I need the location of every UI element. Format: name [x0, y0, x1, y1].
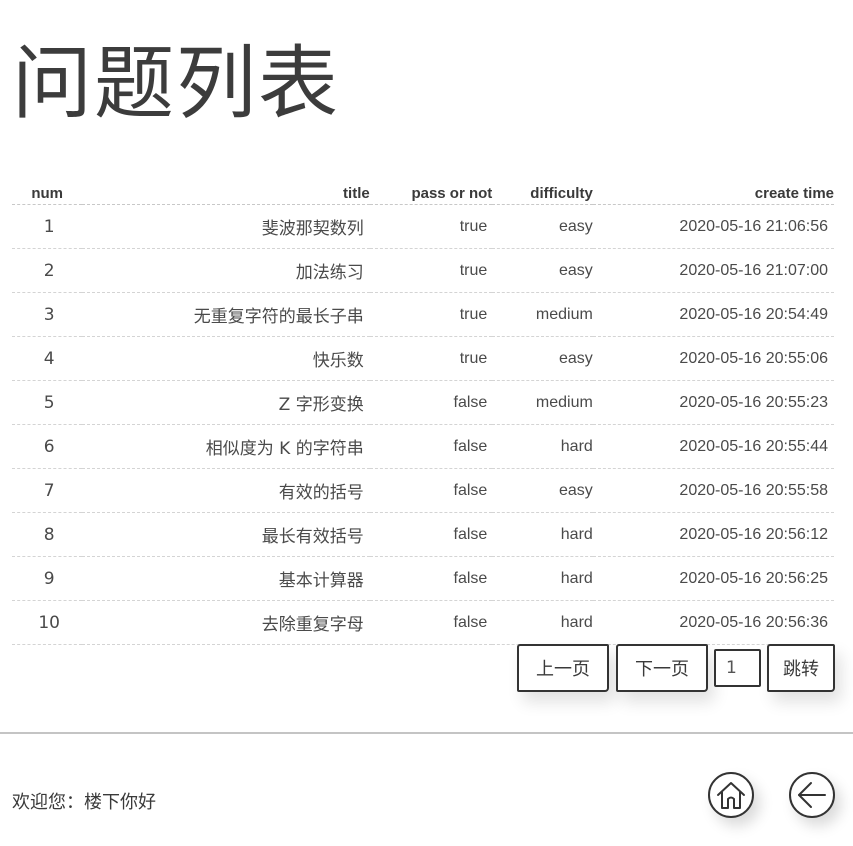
cell-title[interactable]: 加法练习: [82, 248, 370, 293]
cell-pass: false: [369, 424, 493, 469]
cell-create-time: 2020-05-16 20:54:49: [592, 292, 834, 337]
footer-divider: [0, 732, 853, 734]
table-body: 1 斐波那契数列 true easy 2020-05-16 21:06:56 2 加法练习 t…: [12, 204, 834, 645]
cell-pass: true: [369, 292, 493, 337]
cell-num: 8: [12, 512, 83, 557]
next-page-button[interactable]: 下一页: [616, 644, 708, 692]
cell-num: 5: [12, 380, 83, 425]
table-row[interactable]: 3 无重复字符的最长子串 true medium 2020-05-16 20:54:49: [12, 292, 834, 337]
cell-pass: false: [369, 468, 493, 513]
cell-create-time: 2020-05-16 20:55:23: [592, 380, 834, 425]
cell-difficulty: hard: [492, 512, 593, 557]
jump-button[interactable]: 跳转: [767, 644, 835, 692]
cell-pass: false: [369, 380, 493, 425]
cell-title[interactable]: 快乐数: [82, 336, 370, 381]
cell-title[interactable]: Z 字形变换: [82, 380, 370, 425]
welcome-text: 欢迎您：楼下你好: [12, 792, 156, 813]
header-difficulty: difficulty: [492, 176, 593, 205]
cell-difficulty: medium: [492, 292, 593, 337]
cell-title[interactable]: 去除重复字母: [82, 600, 370, 645]
table-header: num title pass or not difficulty create …: [12, 176, 834, 205]
cell-num: 2: [12, 248, 83, 293]
cell-title[interactable]: 基本计算器: [82, 556, 370, 601]
header-create-time: create time: [592, 176, 834, 205]
cell-create-time: 2020-05-16 20:56:12: [592, 512, 834, 557]
back-button[interactable]: [789, 772, 835, 818]
cell-num: 6: [12, 424, 83, 469]
home-button[interactable]: [708, 772, 754, 818]
cell-create-time: 2020-05-16 20:56:36: [592, 600, 834, 645]
cell-num: 9: [12, 556, 83, 601]
home-icon: [717, 782, 745, 809]
cell-create-time: 2020-05-16 20:55:58: [592, 468, 834, 513]
cell-difficulty: hard: [492, 556, 593, 601]
table-row[interactable]: 7 有效的括号 false easy 2020-05-16 20:55:58: [12, 468, 834, 513]
cell-difficulty: hard: [492, 600, 593, 645]
cell-num: 1: [12, 204, 83, 249]
cell-title[interactable]: 有效的括号: [82, 468, 370, 513]
arrow-left-icon: [798, 782, 826, 808]
cell-difficulty: easy: [492, 248, 593, 293]
table-row[interactable]: 6 相似度为 K 的字符串 false hard 2020-05-16 20:55:44: [12, 424, 834, 469]
table-row[interactable]: 10 去除重复字母 false hard 2020-05-16 20:56:36: [12, 600, 834, 645]
table-row[interactable]: 5Z 字形变换 false medium 2020-05-16 20:55:23: [12, 380, 834, 425]
table-row[interactable]: 8 最长有效括号 false hard 2020-05-16 20:56:12: [12, 512, 834, 557]
page-title: 问题列表: [12, 37, 340, 130]
header-num: num: [12, 176, 83, 205]
cell-difficulty: easy: [492, 468, 593, 513]
table-row[interactable]: 4 快乐数 true easy 2020-05-16 20:55:06: [12, 336, 834, 381]
cell-create-time: 2020-05-16 20:55:06: [592, 336, 834, 381]
header-title: title: [82, 176, 370, 205]
page: 问题列表 num title pass or not difficulty cr…: [0, 0, 853, 846]
page-number-input[interactable]: [714, 649, 761, 687]
cell-pass: true: [369, 204, 493, 249]
cell-create-time: 2020-05-16 20:56:25: [592, 556, 834, 601]
cell-num: 4: [12, 336, 83, 381]
cell-title[interactable]: 最长有效括号: [82, 512, 370, 557]
cell-difficulty: easy: [492, 336, 593, 381]
cell-pass: false: [369, 600, 493, 645]
cell-pass: true: [369, 248, 493, 293]
cell-pass: false: [369, 512, 493, 557]
header-pass: pass or not: [369, 176, 493, 205]
cell-title[interactable]: 相似度为 K 的字符串: [82, 424, 370, 469]
cell-num: 3: [12, 292, 83, 337]
table-header-row: num title pass or not difficulty create …: [12, 176, 834, 205]
cell-difficulty: medium: [492, 380, 593, 425]
problem-table: num title pass or not difficulty create …: [12, 176, 834, 645]
table-row[interactable]: 9 基本计算器 false hard 2020-05-16 20:56:25: [12, 556, 834, 601]
cell-num: 10: [12, 600, 83, 645]
cell-create-time: 2020-05-16 20:55:44: [592, 424, 834, 469]
cell-pass: true: [369, 336, 493, 381]
problem-table-container: num title pass or not difficulty create …: [12, 176, 834, 645]
cell-create-time: 2020-05-16 21:07:00: [592, 248, 834, 293]
cell-num: 7: [12, 468, 83, 513]
table-row[interactable]: 1 斐波那契数列 true easy 2020-05-16 21:06:56: [12, 204, 834, 249]
prev-page-button[interactable]: 上一页: [517, 644, 609, 692]
cell-create-time: 2020-05-16 21:06:56: [592, 204, 834, 249]
cell-title[interactable]: 斐波那契数列: [82, 204, 370, 249]
cell-difficulty: easy: [492, 204, 593, 249]
cell-pass: false: [369, 556, 493, 601]
cell-difficulty: hard: [492, 424, 593, 469]
table-row[interactable]: 2 加法练习 true easy 2020-05-16 21:07:00: [12, 248, 834, 293]
cell-title[interactable]: 无重复字符的最长子串: [82, 292, 370, 337]
